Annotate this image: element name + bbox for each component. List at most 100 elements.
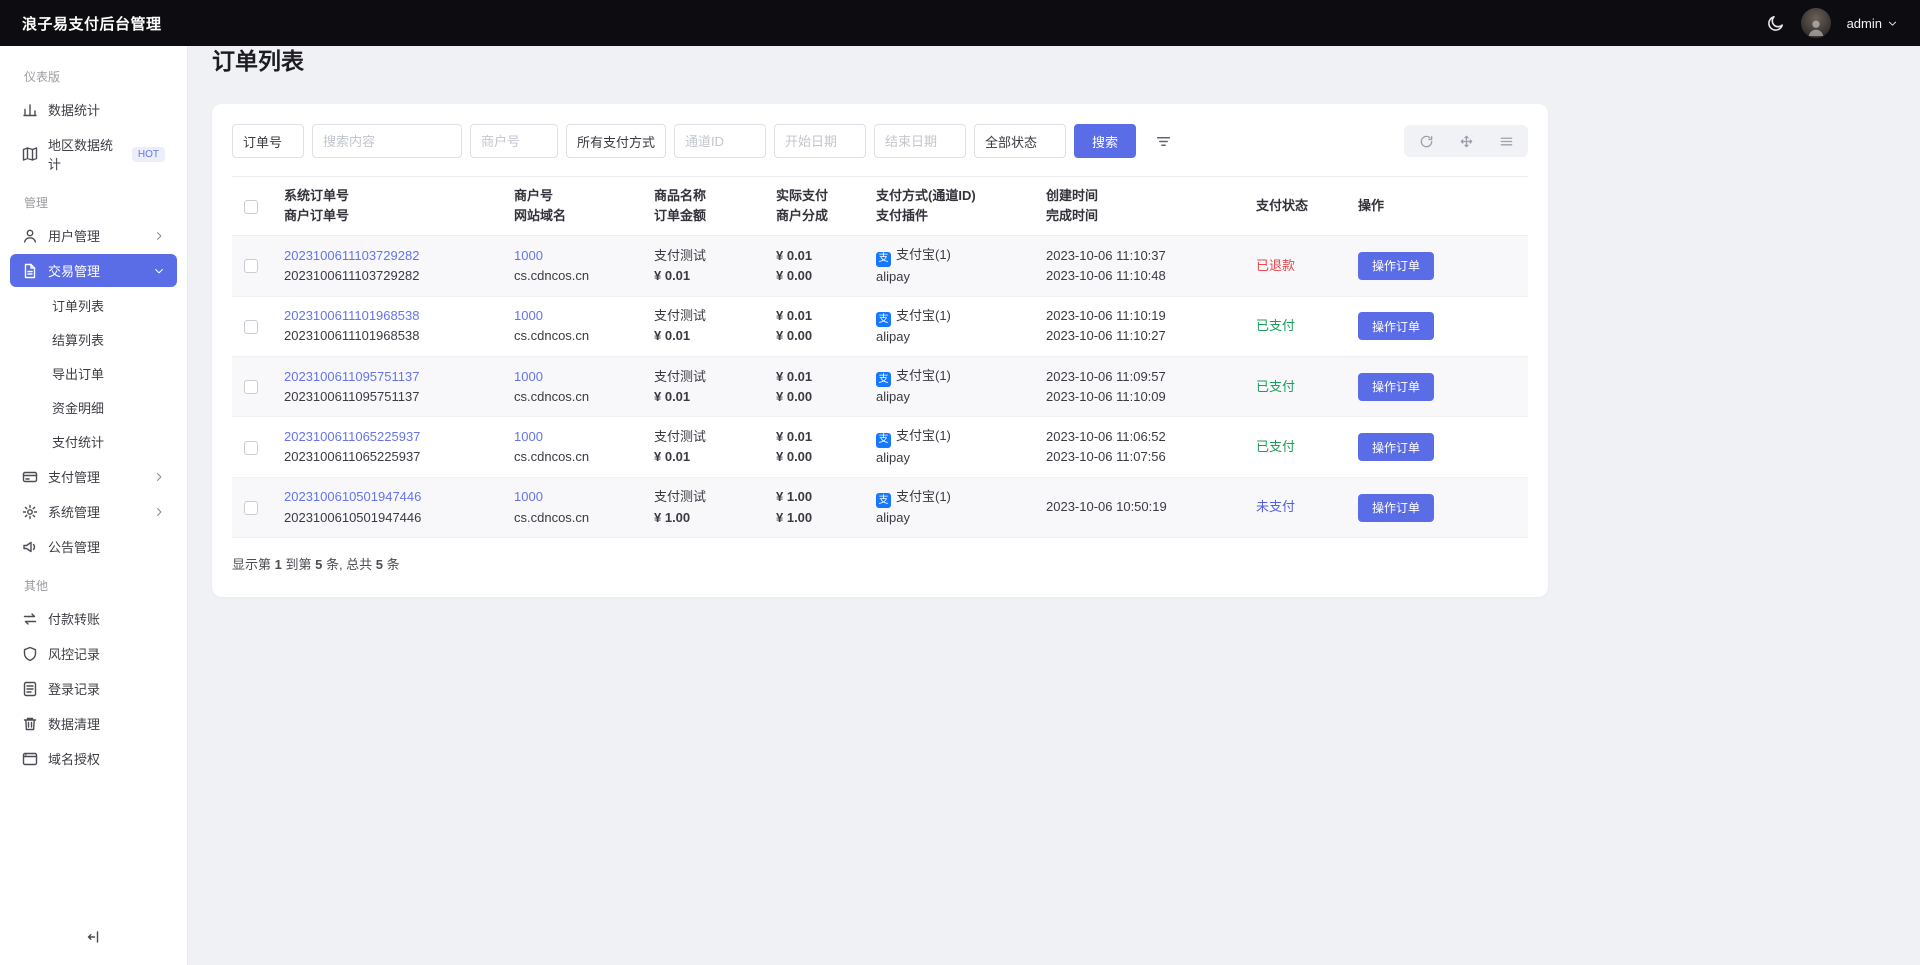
merchant-share: ¥ 1.00 (776, 509, 813, 525)
sidebar-subitem[interactable]: 支付统计 (10, 425, 177, 458)
refresh-icon[interactable] (1406, 127, 1446, 155)
sidebar-subitem[interactable]: 导出订单 (10, 357, 177, 390)
sidebar-subitem[interactable]: 结算列表 (10, 323, 177, 356)
fullscreen-icon[interactable] (1446, 127, 1486, 155)
sidebar-item[interactable]: 域名授权 (10, 742, 177, 775)
status-badge: 已支付 (1256, 439, 1296, 455)
operate-order-button[interactable]: 操作订单 (1358, 251, 1435, 280)
sidebar-item[interactable]: 数据统计 (10, 93, 177, 126)
sidebar-item[interactable]: 登录记录 (10, 672, 177, 705)
sidebar-item[interactable]: 数据清理 (10, 707, 177, 740)
shield-icon (22, 646, 38, 662)
trash-icon (22, 716, 38, 732)
site-domain: cs.cdncos.cn (514, 388, 590, 404)
operate-order-button[interactable]: 操作订单 (1358, 433, 1435, 462)
person-silhouette-icon (1808, 20, 1823, 37)
pay-method: 支支付宝(1) (876, 306, 1022, 327)
select-all-cell (232, 175, 272, 237)
moon-icon[interactable] (1767, 14, 1785, 32)
created-time: 2023-10-06 10:50:19 (1046, 499, 1167, 515)
sidebar-item[interactable]: 公告管理 (10, 530, 177, 563)
row-checkbox[interactable] (244, 380, 258, 395)
merchant-id-link[interactable]: 1000 (514, 369, 543, 384)
sidebar-item[interactable]: 支付管理 (10, 460, 177, 493)
operate-order-button[interactable]: 操作订单 (1358, 372, 1435, 401)
chevron-down-icon (1887, 18, 1898, 29)
completed-time: 2023-10-06 11:10:27 (1046, 328, 1166, 344)
chevron-right-icon (153, 230, 165, 242)
sort-lines-icon[interactable] (1144, 124, 1182, 158)
sidebar-nav: 仪表版 数据统计 地区数据统计 HOT 管理 用户管理 交易管理 订单列表 结算列表 导出订单 资金… (0, 46, 187, 911)
sidebar-item[interactable]: 地区数据统计 HOT (10, 128, 177, 180)
order-amount: ¥ 0.01 (654, 449, 691, 465)
sidebar-item[interactable]: 系统管理 (10, 495, 177, 528)
merchant-order-no: 2023100611103729282 (284, 267, 420, 283)
site-domain: cs.cdncos.cn (514, 449, 590, 465)
start-date-input[interactable] (774, 124, 867, 158)
operate-order-button[interactable]: 操作订单 (1358, 493, 1435, 522)
sidebar-item[interactable]: 交易管理 (10, 254, 177, 287)
paid-amount: ¥ 0.01 (776, 368, 813, 384)
channel-id-input[interactable] (674, 124, 767, 158)
pay-plugin: alipay (876, 510, 910, 526)
sys-order-link[interactable]: 2023100610501947446 (284, 489, 421, 504)
order-no-type-select[interactable]: 订单号 (232, 124, 304, 158)
search-input[interactable] (312, 124, 462, 158)
sidebar-section-label: 管理 (24, 196, 49, 210)
row-checkbox[interactable] (244, 319, 258, 334)
product-name: 支付测试 (654, 308, 707, 324)
sidebar-item[interactable]: 风控记录 (10, 637, 177, 670)
status-badge: 未支付 (1256, 499, 1296, 515)
search-button[interactable]: 搜索 (1074, 124, 1137, 158)
sys-order-link[interactable]: 2023100611101968538 (284, 308, 419, 323)
merchant-share: ¥ 0.00 (776, 328, 813, 344)
select-all-checkbox[interactable] (244, 199, 258, 214)
completed-time: 2023-10-06 11:10:09 (1046, 388, 1166, 404)
status-select[interactable]: 全部状态 (974, 124, 1067, 158)
merchant-input[interactable] (470, 124, 558, 158)
paid-amount: ¥ 0.01 (776, 308, 813, 324)
status-badge: 已退款 (1256, 257, 1296, 273)
avatar[interactable] (1800, 8, 1831, 38)
merchant-order-no: 2023100610501947446 (284, 509, 422, 525)
sidebar-item[interactable]: 付款转账 (10, 602, 177, 635)
merchant-id-link[interactable]: 1000 (514, 248, 543, 263)
user-menu[interactable]: admin (1847, 16, 1898, 31)
created-time: 2023-10-06 11:10:19 (1046, 308, 1166, 324)
row-checkbox[interactable] (244, 440, 258, 455)
columns-icon[interactable] (1486, 127, 1526, 155)
sidebar-subitem[interactable]: 订单列表 (10, 289, 177, 322)
created-time: 2023-10-06 11:06:52 (1046, 429, 1166, 444)
sidebar-item-label: 风控记录 (48, 647, 101, 662)
alipay-icon: 支 (876, 311, 891, 327)
operate-order-button[interactable]: 操作订单 (1358, 312, 1435, 341)
end-date-input[interactable] (874, 124, 967, 158)
sys-order-link[interactable]: 2023100611095751137 (284, 369, 419, 384)
merchant-order-no: 2023100611065225937 (284, 449, 421, 465)
order-row: 2023100611065225937 2023100611065225937 10… (232, 416, 1528, 478)
pay-method-select[interactable]: 所有支付方式 (566, 124, 667, 158)
alipay-icon: 支 (876, 432, 891, 448)
row-checkbox[interactable] (244, 259, 258, 274)
row-checkbox[interactable] (244, 501, 258, 516)
chevron-right-icon (153, 506, 165, 518)
pay-method: 支支付宝(1) (876, 487, 1022, 509)
sys-order-link[interactable]: 2023100611103729282 (284, 248, 419, 263)
sidebar-collapse-button[interactable] (0, 911, 187, 965)
sidebar-subitem[interactable]: 资金明细 (10, 391, 177, 424)
pagination-summary: 显示第 1 到第 5 条, 总共 5 条 (232, 557, 400, 573)
product-name: 支付测试 (654, 489, 707, 505)
merchant-id-link[interactable]: 1000 (514, 429, 543, 444)
status-badge: 已支付 (1256, 318, 1296, 334)
sys-order-link[interactable]: 2023100611065225937 (284, 429, 420, 444)
merchant-id-link[interactable]: 1000 (514, 489, 543, 504)
column-header: 商户号 网站域名 (502, 175, 642, 237)
sidebar-item[interactable]: 用户管理 (10, 219, 177, 252)
order-amount: ¥ 1.00 (654, 509, 691, 525)
merchant-id-link[interactable]: 1000 (514, 308, 543, 323)
pay-method: 支支付宝(1) (876, 366, 1022, 388)
sidebar-item-label: 域名授权 (48, 752, 101, 767)
product-name: 支付测试 (654, 247, 707, 263)
merchant-order-no: 2023100611101968538 (284, 328, 420, 344)
page-title: 订单列表 (212, 48, 304, 74)
